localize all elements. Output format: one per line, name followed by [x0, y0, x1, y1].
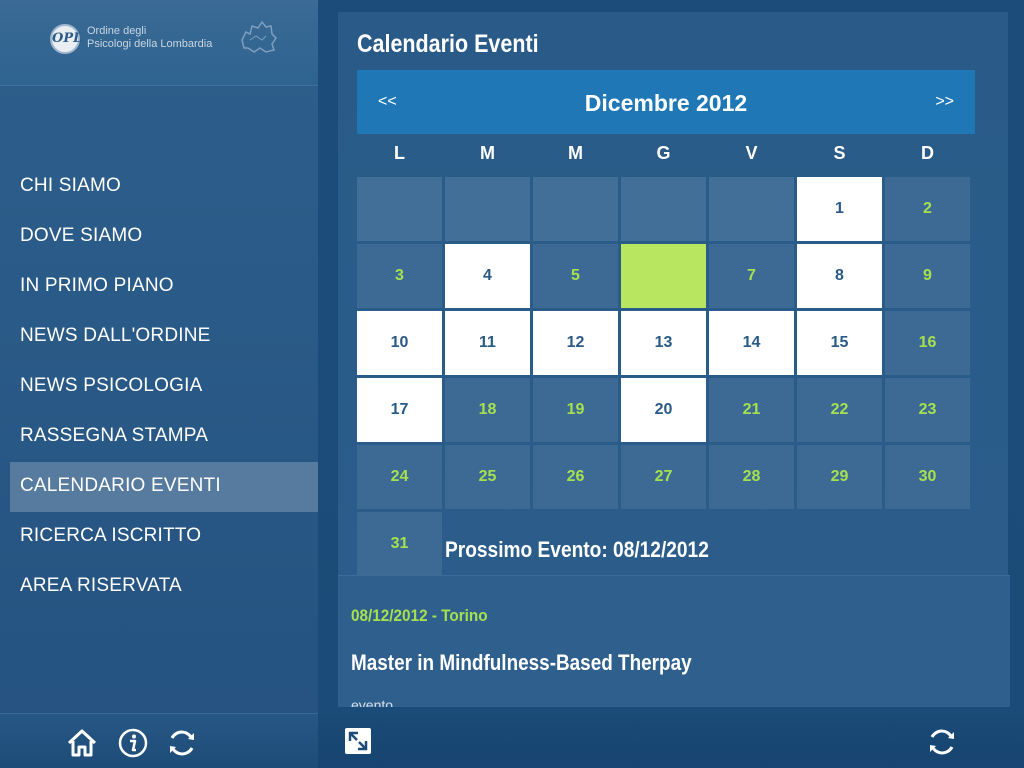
calendar-day[interactable]: 7	[709, 244, 794, 308]
calendar-empty-cell	[357, 177, 442, 241]
refresh-icon[interactable]	[926, 726, 958, 758]
logo-line-2: Psicologi della Lombardia	[87, 38, 213, 50]
calendar-day[interactable]: 19	[533, 378, 618, 442]
weekday-label: L	[394, 143, 405, 163]
weekday-label: M	[568, 143, 583, 163]
next-month-button[interactable]: >>	[935, 70, 954, 134]
sidebar-item-news-psicologia[interactable]: NEWS PSICOLOGIA	[10, 362, 318, 412]
logo-line-1: Ordine degli	[87, 25, 147, 37]
sidebar-nav: CHI SIAMO DOVE SIAMO IN PRIMO PIANO NEWS DA…	[10, 162, 318, 612]
event-type: evento	[351, 697, 394, 707]
calendar-day[interactable]: 18	[445, 378, 530, 442]
sidebar-item-chi-siamo[interactable]: CHI SIAMO	[10, 162, 318, 212]
calendar-day[interactable]: 9	[885, 244, 970, 308]
calendar-day[interactable]: 6	[621, 244, 706, 308]
sidebar-item-in-primo-piano[interactable]: IN PRIMO PIANO	[10, 262, 318, 312]
calendar-day[interactable]: 21	[709, 378, 794, 442]
main-footer	[318, 713, 1024, 768]
calendar-empty-cell	[445, 177, 530, 241]
calendar-day[interactable]: 28	[709, 445, 794, 509]
calendar-day[interactable]: 27	[621, 445, 706, 509]
calendar-empty-cell	[709, 177, 794, 241]
calendar-day[interactable]: 1	[797, 177, 882, 241]
calendar-empty-cell	[621, 177, 706, 241]
calendar-empty-cell	[533, 177, 618, 241]
weekday-label: G	[656, 143, 671, 163]
event-title: Master in Mindfulness-Based Therpay	[351, 650, 692, 675]
calendar-day[interactable]: 24	[357, 445, 442, 509]
home-icon[interactable]	[66, 727, 98, 759]
month-label: Dicembre 2012	[584, 90, 748, 116]
calendar-day[interactable]: 22	[797, 378, 882, 442]
calendar-day[interactable]: 31	[357, 512, 442, 576]
weekday-label: V	[745, 143, 758, 163]
calendar-day[interactable]: 12	[533, 311, 618, 375]
calendar-day[interactable]: 17	[357, 378, 442, 442]
calendar-day[interactable]: 16	[885, 311, 970, 375]
calendar-day[interactable]: 15	[797, 311, 882, 375]
sidebar-item-rassegna-stampa[interactable]: RASSEGNA STAMPA	[10, 412, 318, 462]
calendar-day[interactable]: 13	[621, 311, 706, 375]
calendar-day[interactable]: 4	[445, 244, 530, 308]
calendar-day[interactable]: 2	[885, 177, 970, 241]
event-date-place: 08/12/2012 - Torino	[351, 606, 488, 625]
expand-icon[interactable]	[345, 728, 371, 754]
weekday-label: D	[921, 143, 934, 163]
calendar-day[interactable]: 26	[533, 445, 618, 509]
event-card[interactable]: 08/12/2012 - Torino Master in Mindfulnes…	[338, 575, 1010, 707]
sidebar-item-news-dall-ordine[interactable]: NEWS DALL'ORDINE	[10, 312, 318, 362]
sidebar-item-calendario-eventi[interactable]: CALENDARIO EVENTI	[10, 462, 318, 512]
calendar-day[interactable]: 23	[885, 378, 970, 442]
logo-bar: OPL Ordine degli Psicologi della Lombard…	[0, 0, 318, 86]
calendar-day[interactable]: 20	[621, 378, 706, 442]
calendar-day[interactable]: 14	[709, 311, 794, 375]
sidebar-item-ricerca-iscritto[interactable]: RICERCA ISCRITTO	[10, 512, 318, 562]
calendar-day[interactable]: 25	[445, 445, 530, 509]
info-icon[interactable]	[117, 727, 149, 759]
logo-icon: OPL	[50, 24, 82, 54]
weekday-header: LMMGVSD	[357, 143, 975, 169]
calendar-day[interactable]: 8	[797, 244, 882, 308]
calendar-day[interactable]: 3	[357, 244, 442, 308]
logo-text: Ordine degli Psicologi della Lombardia	[87, 25, 212, 51]
sidebar: OPL Ordine degli Psicologi della Lombard…	[0, 0, 318, 768]
weekday-label: M	[480, 143, 495, 163]
calendar-day[interactable]: 10	[357, 311, 442, 375]
sidebar-item-dove-siamo[interactable]: DOVE SIAMO	[10, 212, 318, 262]
calendar-day[interactable]: 30	[885, 445, 970, 509]
sidebar-footer	[0, 713, 318, 768]
month-navigation-bar: Dicembre 2012 << >>	[357, 70, 975, 134]
calendar-day[interactable]: 29	[797, 445, 882, 509]
next-event-heading: Prossimo Evento: 08/12/2012	[445, 537, 709, 562]
calendar-day[interactable]: 5	[533, 244, 618, 308]
lombardia-map-icon	[241, 20, 277, 53]
page-title: Calendario Eventi	[357, 30, 539, 58]
weekday-label: S	[833, 143, 846, 163]
previous-month-button[interactable]: <<	[378, 70, 397, 134]
calendar-day[interactable]: 11	[445, 311, 530, 375]
refresh-icon[interactable]	[166, 727, 198, 759]
sidebar-item-area-riservata[interactable]: AREA RISERVATA	[10, 562, 318, 612]
